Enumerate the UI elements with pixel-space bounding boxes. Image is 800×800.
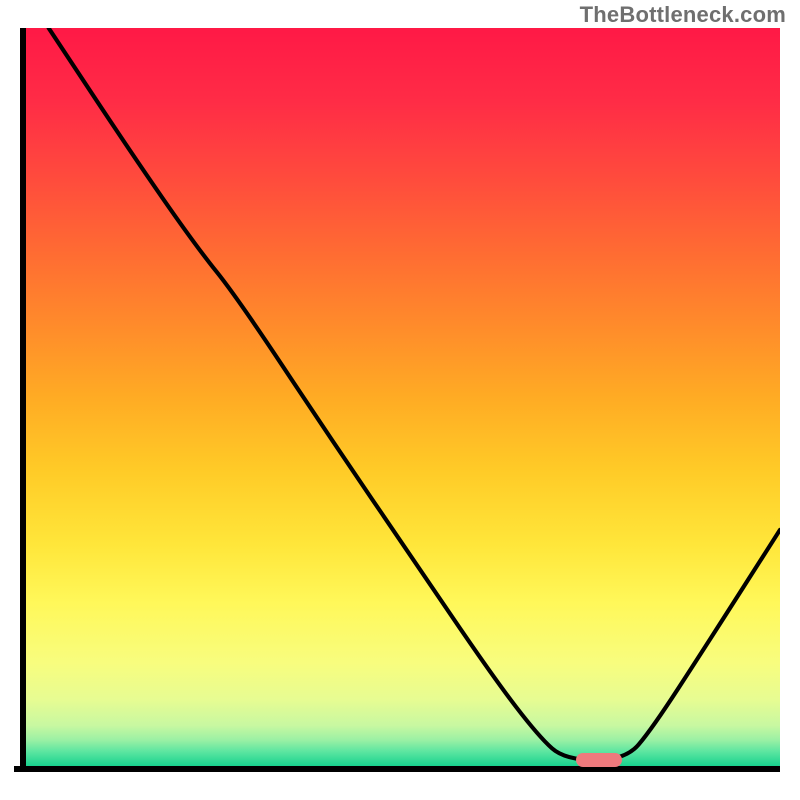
x-axis bbox=[20, 766, 780, 772]
bottleneck-chart: TheBottleneck.com bbox=[0, 0, 800, 800]
curve-layer bbox=[26, 28, 780, 766]
watermark-text: TheBottleneck.com bbox=[580, 2, 786, 28]
y-axis bbox=[20, 28, 26, 772]
bottleneck-curve-path bbox=[49, 28, 780, 760]
origin-tick bbox=[14, 766, 26, 772]
optimal-marker bbox=[576, 753, 621, 767]
plot-region bbox=[0, 0, 800, 800]
